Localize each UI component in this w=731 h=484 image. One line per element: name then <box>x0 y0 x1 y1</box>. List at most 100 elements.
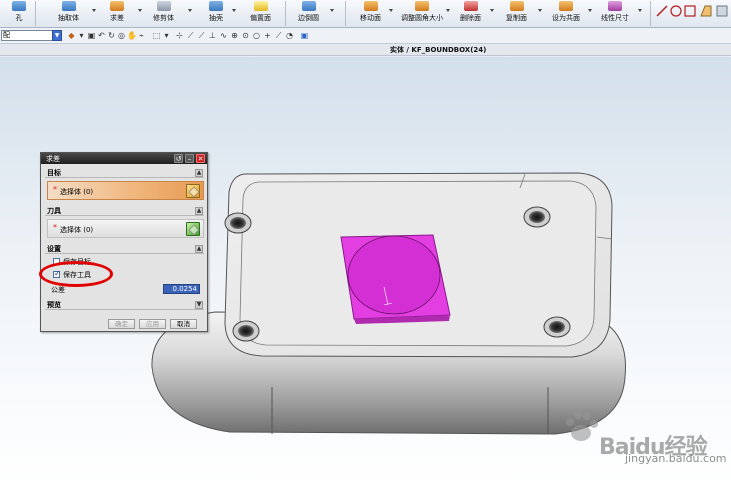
trim-body-label: 修剪体 <box>153 14 174 22</box>
move-face-button[interactable]: 移动面 <box>360 0 381 27</box>
snap-intersection-icon[interactable]: ⟋ <box>274 31 283 40</box>
edge-blend-icon <box>301 1 316 11</box>
hole-bottom-left-inner <box>238 325 254 337</box>
snap-curve-icon[interactable]: ∿ <box>219 31 228 40</box>
hand-icon[interactable]: ✋ <box>127 31 137 40</box>
apply-button[interactable]: 应用 <box>139 319 166 329</box>
copy-face-dropdown[interactable] <box>538 9 542 12</box>
delete-face-dropdown[interactable] <box>490 9 494 12</box>
hole-icon <box>12 1 26 11</box>
view-cube-icon[interactable]: ▣ <box>300 31 309 40</box>
subtract-dropdown[interactable] <box>138 9 142 12</box>
snap-quadrant-icon[interactable]: ○ <box>252 31 261 40</box>
link-icon[interactable]: ⌁ <box>137 31 146 40</box>
close-icon[interactable]: ✕ <box>196 154 205 163</box>
tolerance-input[interactable]: 0.0254 <box>163 284 200 294</box>
snap-perpendicular-icon[interactable]: ⊥ <box>208 31 217 40</box>
select-body-icon[interactable] <box>186 222 200 236</box>
reset-icon[interactable]: ↺ <box>174 154 183 163</box>
shell-icon <box>209 1 223 11</box>
move-face-icon <box>363 1 378 11</box>
copy-face-button[interactable]: 复制面 <box>506 0 527 27</box>
extract-body-button[interactable]: 抽取体 <box>58 0 79 27</box>
snap-point-icon[interactable]: + <box>263 31 272 40</box>
watermark: Baidu经验 jingyan.baidu.com <box>561 407 727 467</box>
linear-dimension-dropdown[interactable] <box>638 9 642 12</box>
selection-toolbar: 配 ▼ ◆ ▾ ▣ ↶ ↻ ◎ ✋ ⌁ ⬚ ▾ ⊹ ⟋ ⟋ ⊥ ∿ ⊕ ⊙ ○ … <box>0 28 731 44</box>
annotation-ellipse <box>39 261 113 287</box>
target-select-body[interactable]: * 选择体 (0) <box>47 181 204 200</box>
snap-arc-icon[interactable]: ◔ <box>285 31 294 40</box>
delete-face-icon <box>463 1 478 11</box>
edge-blend-button[interactable]: 边倒圆 <box>298 0 319 27</box>
move-face-dropdown[interactable] <box>389 9 393 12</box>
hole-top-left-inner <box>230 217 246 229</box>
settings-section-label: 设置 <box>47 245 61 253</box>
chevron-down-icon[interactable]: ▼ <box>195 301 203 309</box>
select-all-icon[interactable]: ▣ <box>87 31 96 40</box>
select-body-icon[interactable] <box>186 184 200 198</box>
snap-endpoint-icon[interactable]: ⊹ <box>175 31 184 40</box>
dialog-title-bar[interactable]: 求差 ↺ – ✕ <box>41 153 207 164</box>
make-coplanar-dropdown[interactable] <box>588 9 592 12</box>
linear-dimension-button[interactable]: 线性尺寸 <box>601 0 629 27</box>
trim-body-icon <box>156 1 171 11</box>
cancel-button[interactable]: 取消 <box>170 319 197 329</box>
dialog-title: 求差 <box>46 155 60 163</box>
snap-control-icon[interactable]: ⊕ <box>230 31 239 40</box>
undo-icon[interactable]: ↶ <box>97 31 106 40</box>
offset-face-label: 偏置面 <box>250 14 271 22</box>
shell-label: 抽壳 <box>209 14 223 22</box>
make-coplanar-label: 设为共面 <box>552 14 580 22</box>
linear-dimension-label: 线性尺寸 <box>601 14 629 22</box>
extract-body-icon <box>61 1 76 11</box>
chevron-up-icon[interactable]: ▲ <box>195 245 203 253</box>
subtract-button[interactable]: 求差 <box>110 0 124 27</box>
minimize-icon[interactable]: – <box>185 154 194 163</box>
settings-section-header[interactable]: 设置 ▲ <box>45 244 204 254</box>
sketch-tools-icons[interactable] <box>655 4 729 18</box>
preview-section-label: 预览 <box>47 301 61 309</box>
extract-body-label: 抽取体 <box>58 14 79 22</box>
chevron-up-icon[interactable]: ▲ <box>195 207 203 215</box>
target-section-header[interactable]: 目标 ▲ <box>45 168 204 178</box>
snap-line-icon[interactable]: ⟋ <box>186 31 195 40</box>
snap-center-icon[interactable]: ⊙ <box>241 31 250 40</box>
ribbon-separator <box>285 1 286 26</box>
box-select-icon[interactable]: ⬚ <box>152 31 161 40</box>
ribbon-separator <box>35 1 36 26</box>
snap-midpoint-icon[interactable]: ⟋ <box>197 31 206 40</box>
extract-body-dropdown[interactable] <box>92 9 96 12</box>
rotate-icon[interactable]: ↻ <box>107 31 116 40</box>
trim-body-dropdown[interactable] <box>188 9 192 12</box>
view-icon[interactable]: ◎ <box>117 31 126 40</box>
chevron-down-icon[interactable]: ▼ <box>52 30 62 41</box>
subtract-dialog[interactable]: 求差 ↺ – ✕ 目标 ▲ * 选择体 (0) 刀具 ▲ * 选择体 (0) 设… <box>40 152 208 332</box>
tool-select-body[interactable]: * 选择体 (0) <box>47 219 204 238</box>
chevron-up-icon[interactable]: ▲ <box>195 169 203 177</box>
edge-blend-dropdown[interactable] <box>330 9 334 12</box>
chevron-down-icon[interactable]: ▾ <box>77 31 86 40</box>
filter-icon[interactable]: ◆ <box>67 31 76 40</box>
hole-button[interactable]: 孔 <box>12 0 26 27</box>
copy-face-label: 复制面 <box>506 14 527 22</box>
tool-section-header[interactable]: 刀具 ▲ <box>45 206 204 216</box>
chevron-down-icon[interactable]: ▾ <box>162 31 171 40</box>
ok-button[interactable]: 确定 <box>108 319 135 329</box>
resize-blend-button[interactable]: 调整圆角大小 <box>401 0 443 27</box>
delete-face-button[interactable]: 删除面 <box>460 0 481 27</box>
trim-body-button[interactable]: 修剪体 <box>153 0 174 27</box>
ribbon-toolbar: 孔 抽取体 求差 修剪体 抽壳 偏置面 边倒圆 移动面 调整圆角大小 删除面 复… <box>0 0 731 28</box>
move-face-label: 移动面 <box>360 14 381 22</box>
highlighted-cylinder <box>347 235 441 315</box>
required-star: * <box>53 223 57 232</box>
shell-button[interactable]: 抽壳 <box>209 0 223 27</box>
tolerance-label: 公差 <box>51 286 65 294</box>
preview-section-header[interactable]: 预览 ▼ <box>45 300 204 310</box>
make-coplanar-button[interactable]: 设为共面 <box>552 0 580 27</box>
subtract-label: 求差 <box>110 14 124 22</box>
resize-blend-dropdown[interactable] <box>446 9 450 12</box>
shell-dropdown[interactable] <box>232 9 236 12</box>
status-bar: 实体 / KF_BOUNDBOX(24) <box>0 44 731 56</box>
offset-face-button[interactable]: 偏置面 <box>250 0 271 27</box>
